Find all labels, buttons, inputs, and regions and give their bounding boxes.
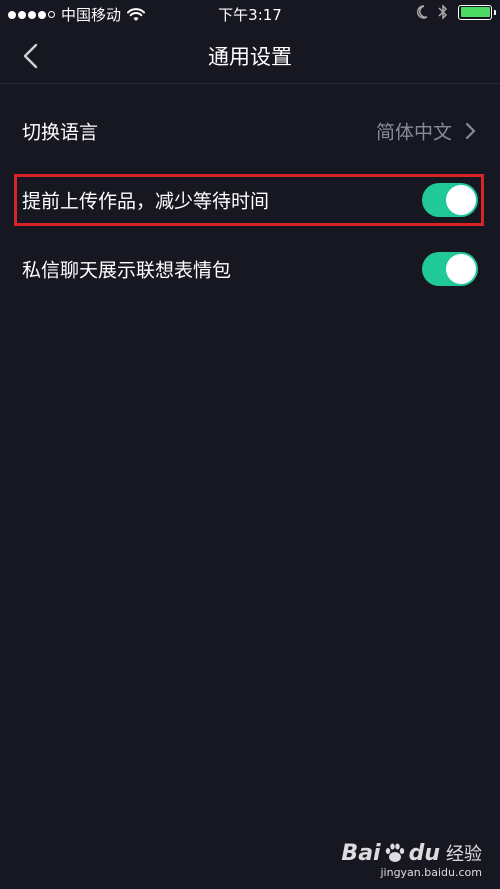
chat-emoji-label: 私信聊天展示联想表情包	[22, 259, 232, 282]
moon-icon	[416, 5, 428, 19]
watermark-brand-left: Bai	[341, 840, 381, 866]
language-value: 简体中文	[375, 121, 452, 144]
setting-row-language[interactable]: 切换语言 简体中文	[0, 100, 500, 162]
chevron-right-icon	[465, 122, 476, 140]
watermark-logo: Bai du 经验	[341, 840, 482, 866]
chat-emoji-toggle[interactable]	[422, 252, 478, 286]
status-right	[416, 4, 496, 20]
paw-icon	[385, 843, 404, 862]
language-label: 切换语言	[22, 121, 99, 144]
highlight-annotation	[14, 174, 484, 226]
setting-row-chat-emoji: 私信聊天展示联想表情包	[0, 238, 500, 300]
page-title: 通用设置	[208, 45, 292, 69]
toggle-knob	[446, 254, 476, 284]
battery-icon	[458, 4, 496, 20]
watermark-brand-sub: 经验	[446, 844, 482, 865]
bluetooth-icon	[438, 4, 448, 20]
watermark-url: jingyan.baidu.com	[380, 866, 482, 879]
nav-divider	[0, 83, 500, 84]
watermark-brand-right: du	[408, 840, 440, 866]
battery-fill	[460, 7, 490, 17]
baidu-watermark: Bai du 经验 jingyan.baidu.com	[341, 840, 482, 880]
nav-bar: 通用设置	[0, 28, 500, 84]
settings-screen: 中国移动 下午3:17 通用设置 切换语言 简体中文 提前上传作品，减少等待时间…	[0, 0, 500, 889]
status-bar: 中国移动 下午3:17	[0, 0, 500, 28]
